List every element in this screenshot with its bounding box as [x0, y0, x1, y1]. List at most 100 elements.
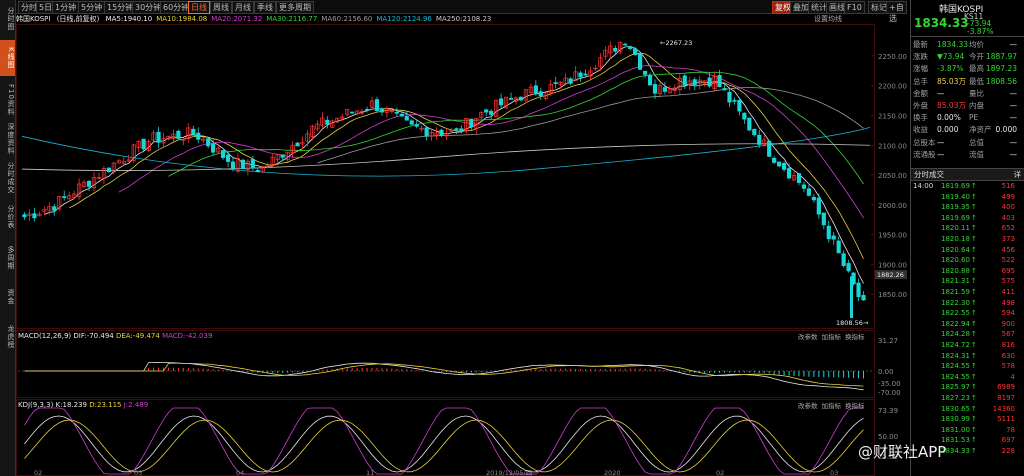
candle-body — [379, 108, 385, 113]
candle-body — [484, 109, 489, 113]
candle-body — [777, 161, 782, 167]
period-tab-2[interactable]: 1分钟 — [52, 1, 80, 14]
toolbar-button-4[interactable]: F10 — [844, 1, 865, 14]
quote-change-pct: -3.87% — [967, 27, 994, 36]
candle-body — [786, 168, 792, 179]
candle-body — [662, 87, 668, 92]
candle-body — [692, 79, 697, 86]
tick-row: 1820.11 ↑ 652 — [941, 224, 1015, 233]
macd-add-button[interactable]: 加指标 — [822, 333, 842, 341]
candle-body — [533, 85, 538, 95]
period-tab-7[interactable]: 日线 — [188, 1, 210, 14]
kdj-param-button[interactable]: 改参数 — [798, 402, 818, 410]
candle-body — [767, 140, 772, 157]
candle-body — [628, 46, 633, 49]
kdj-d-line — [24, 419, 864, 473]
price-axis-label: 2100.00 — [878, 142, 907, 150]
candle-body — [404, 116, 409, 121]
tick-row: 1820.88 ↑ 695 — [941, 266, 1015, 275]
kdj-k: K:18.239 — [55, 401, 88, 409]
candle-body — [230, 161, 236, 170]
tick-row: 1820.60 ↑ 522 — [941, 256, 1015, 265]
sidebar-item-4[interactable]: 分时成交 — [0, 160, 15, 196]
tick-row: 1824.31 ↑ 630 — [941, 351, 1015, 360]
quote-row: 总手 85.03万 最低 1808.56 — [913, 76, 1017, 86]
candle-body — [439, 129, 444, 136]
macd-value: MACD:-42.039 — [162, 332, 213, 340]
candle-body — [280, 154, 285, 158]
candle-body — [836, 240, 841, 254]
price-axis-label: 2000.00 — [878, 202, 907, 210]
date-axis-label: 02 — [34, 469, 42, 476]
ticks-title: 分时成交 — [914, 170, 944, 179]
ma5-line — [44, 46, 864, 284]
kline-chart-area[interactable]: 2250.00 2200.00 2150.00 2100.00 2050.00 2000.… — [16, 24, 908, 476]
candle-body — [424, 127, 429, 137]
sidebar-item-7[interactable]: 资金 — [0, 283, 15, 311]
candle-body — [717, 75, 722, 88]
kdj-panel-frame — [16, 399, 875, 476]
period-tab-10[interactable]: 季线 — [254, 1, 276, 14]
candle-body — [62, 196, 67, 198]
candle-body — [106, 167, 111, 173]
price-axis-label: 1900.00 — [878, 261, 907, 269]
ma60-line — [317, 87, 864, 164]
candle-body — [781, 162, 787, 170]
tick-row: 1819.40 ↑ 499 — [941, 192, 1015, 201]
set-ma-button[interactable]: 设置均线 — [814, 14, 842, 24]
period-tab-11[interactable]: 更多周期 — [276, 1, 314, 14]
candle-body — [821, 212, 826, 226]
ma-legend: 韩国KOSPI (日线,前复权) MA5:1940.10 MA10:1984.08… — [16, 14, 906, 24]
sidebar-item-6[interactable]: 多周期 — [0, 240, 15, 276]
last-price-label: 1882.26 — [877, 271, 904, 279]
candle-body — [518, 96, 524, 101]
kdj-j: J:2.489 — [123, 401, 149, 409]
ticks-detail-button[interactable]: 详 — [1014, 169, 1022, 180]
price-axis-label: 1950.00 — [878, 232, 907, 240]
index-name: 韩国KOSPI — [16, 15, 51, 23]
sidebar-item-5[interactable]: 分价表 — [0, 201, 15, 233]
ma-legend-item: MA5:1940.10 — [105, 15, 153, 23]
period-tab-8[interactable]: 周线 — [210, 1, 232, 14]
price-axis-label: 2150.00 — [878, 112, 907, 120]
candle-body — [831, 235, 836, 240]
kdj-axis-label: 50.00 — [878, 433, 898, 441]
kdj-buttons: 改参数 加指标 换指标 — [794, 400, 865, 411]
candle-body — [538, 91, 543, 97]
tick-row: 1820.64 ↑ 456 — [941, 245, 1015, 254]
candle-body — [225, 154, 231, 162]
toolbar-button-6[interactable]: +自选 — [886, 1, 907, 23]
high-label: ←2267.23 — [660, 39, 692, 47]
candle-body — [414, 124, 419, 127]
sidebar-item-3[interactable]: 深度资料 — [0, 123, 15, 155]
macd-param-button[interactable]: 改参数 — [798, 333, 818, 341]
kdj-switch-button[interactable]: 换指标 — [845, 402, 865, 410]
period-tab-9[interactable]: 月线 — [232, 1, 254, 14]
candle-body — [489, 110, 494, 115]
candle-body — [295, 142, 300, 147]
candle-body — [642, 71, 648, 75]
ma-legend-item: MA20:2071.32 — [211, 15, 263, 23]
price-axis-label: 2250.00 — [878, 53, 907, 61]
candle-body — [409, 120, 414, 125]
sidebar-item-8[interactable]: 龙虎榜 — [0, 321, 15, 353]
candle-body — [206, 138, 211, 147]
sidebar-item-2[interactable]: F10资料 — [0, 84, 15, 116]
sidebar-item-1[interactable]: K线图 — [0, 40, 15, 76]
quote-price: 1834.33 — [914, 16, 969, 30]
tick-row: 1822.94 ↑ 900 — [941, 319, 1015, 328]
sidebar-item-0[interactable]: 分时图 — [0, 3, 15, 35]
candle-body — [722, 88, 727, 91]
ma-legend-item: MA120:2124.96 — [376, 15, 432, 23]
macd-axis-label: -35.00 — [878, 380, 901, 388]
candle-body — [801, 184, 807, 189]
candle-body — [399, 113, 404, 117]
kdj-add-button[interactable]: 加指标 — [822, 402, 842, 410]
low-label: 1808.56→ — [836, 319, 869, 327]
date-axis-label: 03 — [830, 469, 838, 476]
candle-body — [826, 225, 831, 240]
ma20-line — [118, 65, 864, 219]
quote-row: 最新 1834.33 均价 — — [913, 40, 1017, 49]
macd-switch-button[interactable]: 换指标 — [845, 333, 865, 341]
period-tab-3[interactable]: 5分钟 — [78, 1, 106, 14]
